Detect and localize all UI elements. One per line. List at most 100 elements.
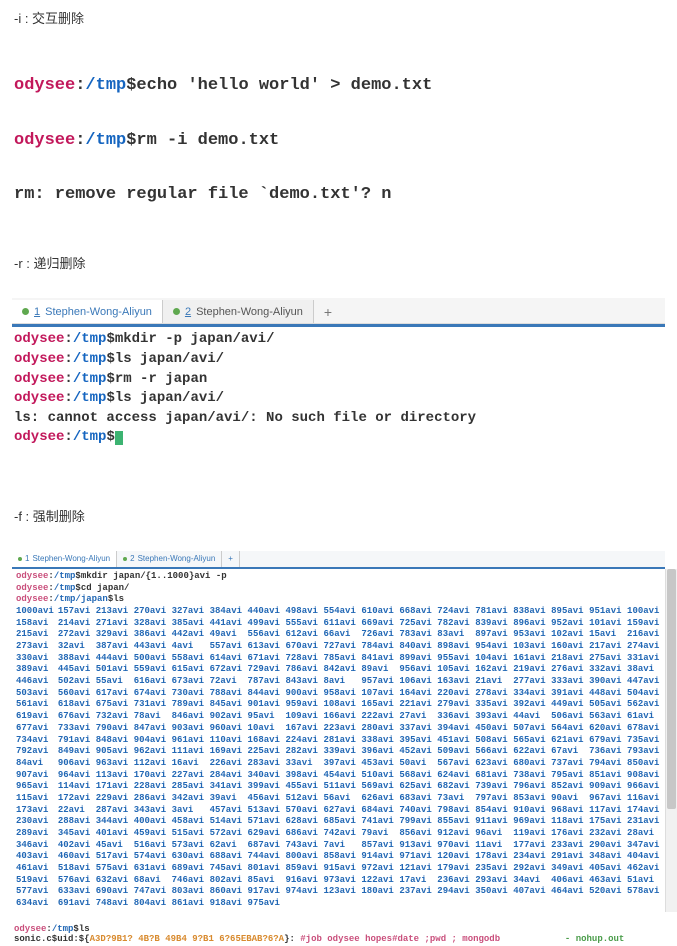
ls-item: 675avi (96, 699, 130, 711)
ls-item: 798avi (437, 805, 471, 817)
ls-item: 625avi (399, 781, 433, 793)
ls-item: 384avi (210, 606, 244, 618)
ls-item: 916avi (286, 875, 320, 887)
ls-item: 49avi (210, 629, 244, 641)
ls-item: 973avi (323, 875, 357, 887)
ls-item: 612avi (286, 629, 320, 641)
ls-item: 163avi (437, 676, 471, 688)
ls-item: 402avi (58, 840, 92, 852)
ls-item: 348avi (589, 851, 623, 863)
ls-item: 781avi (475, 606, 509, 618)
ls-item: 327avi (172, 606, 206, 618)
ls-item: 972avi (361, 863, 395, 875)
ls-item: 680avi (513, 758, 547, 770)
ls-item: 518avi (58, 863, 92, 875)
ls-item: 237avi (399, 886, 433, 898)
cmd-echo: $echo 'hello world' > demo.txt (126, 76, 432, 95)
ls-item: 954avi (475, 641, 509, 653)
ls-item: 449avi (551, 699, 585, 711)
ls-item: 459avi (134, 828, 168, 840)
ls-item: 62avi (210, 840, 244, 852)
ls-item: 229avi (96, 793, 130, 805)
ls-item: 500avi (134, 653, 168, 665)
ls-item: 897avi (475, 629, 509, 641)
ls-item: 273avi (16, 641, 54, 653)
ls-item: 122avi (361, 875, 395, 887)
ls-item: 90avi (551, 793, 585, 805)
ls-item: 270avi (134, 606, 168, 618)
bottom-line1: odysee:/tmp$ls (14, 924, 663, 934)
ls-item: 782avi (437, 618, 471, 630)
ls-item: 66avi (323, 629, 357, 641)
ls-item: 180avi (361, 886, 395, 898)
ls-item: 741avi (361, 816, 395, 828)
cmd-ls2: $ls japan/avi/ (106, 390, 224, 406)
ls-item: 279avi (437, 699, 471, 711)
ls-item: 342avi (172, 793, 206, 805)
ls-item: 841avi (361, 653, 395, 665)
ls-item: 286avi (134, 793, 168, 805)
ls-item: 900avi (286, 688, 320, 700)
scroll-thumb[interactable] (667, 569, 676, 809)
ls-item: 616avi (134, 676, 168, 688)
ls-item: 350avi (475, 886, 509, 898)
ls-item: 802avi (210, 875, 244, 887)
ls-item: 610avi (361, 606, 395, 618)
ls-item: 730avi (172, 688, 206, 700)
ls-item: 346avi (16, 840, 54, 852)
ls-item: 68avi (134, 875, 168, 887)
ls-item: 340avi (248, 770, 282, 782)
term2-line3: odysee:/tmp$rm -r japan (14, 370, 663, 390)
ls-item: 688avi (210, 851, 244, 863)
ls-item: 501avi (96, 664, 130, 676)
ls-item: 847avi (134, 723, 168, 735)
scrollbar[interactable] (665, 569, 677, 912)
cmd-mkdir: $mkdir -p japan/avi/ (106, 331, 274, 347)
ls-item: 504avi (627, 688, 661, 700)
ls-item: 848avi (96, 735, 130, 747)
ls-item: 50avi (399, 758, 433, 770)
tab-add-button[interactable]: + (314, 300, 342, 323)
ls-item: 117avi (589, 805, 623, 817)
ls-item: 670avi (286, 641, 320, 653)
ls-item: 22avi (58, 805, 92, 817)
ls-item: 724avi (437, 606, 471, 618)
ls-item: 347avi (627, 840, 661, 852)
ls-item: 564avi (551, 723, 585, 735)
ls-item: 627avi (323, 805, 357, 817)
ls-item: 217avi (589, 641, 623, 653)
ls-item: 21avi (475, 676, 509, 688)
ls-item: 569avi (361, 781, 395, 793)
ls-item: 611avi (323, 618, 357, 630)
ls-item: 118avi (551, 816, 585, 828)
tab-add-small[interactable]: + (222, 551, 240, 567)
ls-item: 278avi (475, 688, 509, 700)
ls-item: 958avi (323, 688, 357, 700)
ls-item: 840avi (399, 641, 433, 653)
ls-item: 396avi (361, 746, 395, 758)
ls-item: 689avi (172, 863, 206, 875)
ls-item: 955avi (437, 653, 471, 665)
ls-item: 337avi (399, 723, 433, 735)
status-dot-icon (173, 308, 180, 315)
tab-small-1[interactable]: 1 Stephen-Wong-Aliyun (12, 551, 117, 567)
tab-small-2[interactable]: 2 Stephen-Wong-Aliyun (117, 551, 222, 567)
tab-1[interactable]: 1 Stephen-Wong-Aliyun (12, 300, 163, 323)
ls-item: 628avi (286, 816, 320, 828)
ls-item: 344avi (96, 816, 130, 828)
ls-item: 613avi (248, 641, 282, 653)
ls-item: 621avi (551, 735, 585, 747)
ls-item: 861avi (172, 898, 206, 910)
ls-item: 677avi (16, 723, 54, 735)
ls-item: 623avi (475, 758, 509, 770)
term2-line5: ls: cannot access japan/avi/: No such fi… (14, 409, 663, 429)
tab-2[interactable]: 2 Stephen-Wong-Aliyun (163, 300, 314, 323)
ls-item: 568avi (399, 770, 433, 782)
ls-item: 338avi (361, 735, 395, 747)
ls-item: 556avi (248, 629, 282, 641)
ls-item: 502avi (58, 676, 92, 688)
ls-item: 287avi (96, 805, 130, 817)
tab-label: Stephen-Wong-Aliyun (45, 306, 152, 318)
ls-item: 1000avi (16, 606, 54, 618)
ls-item: 682avi (437, 781, 471, 793)
